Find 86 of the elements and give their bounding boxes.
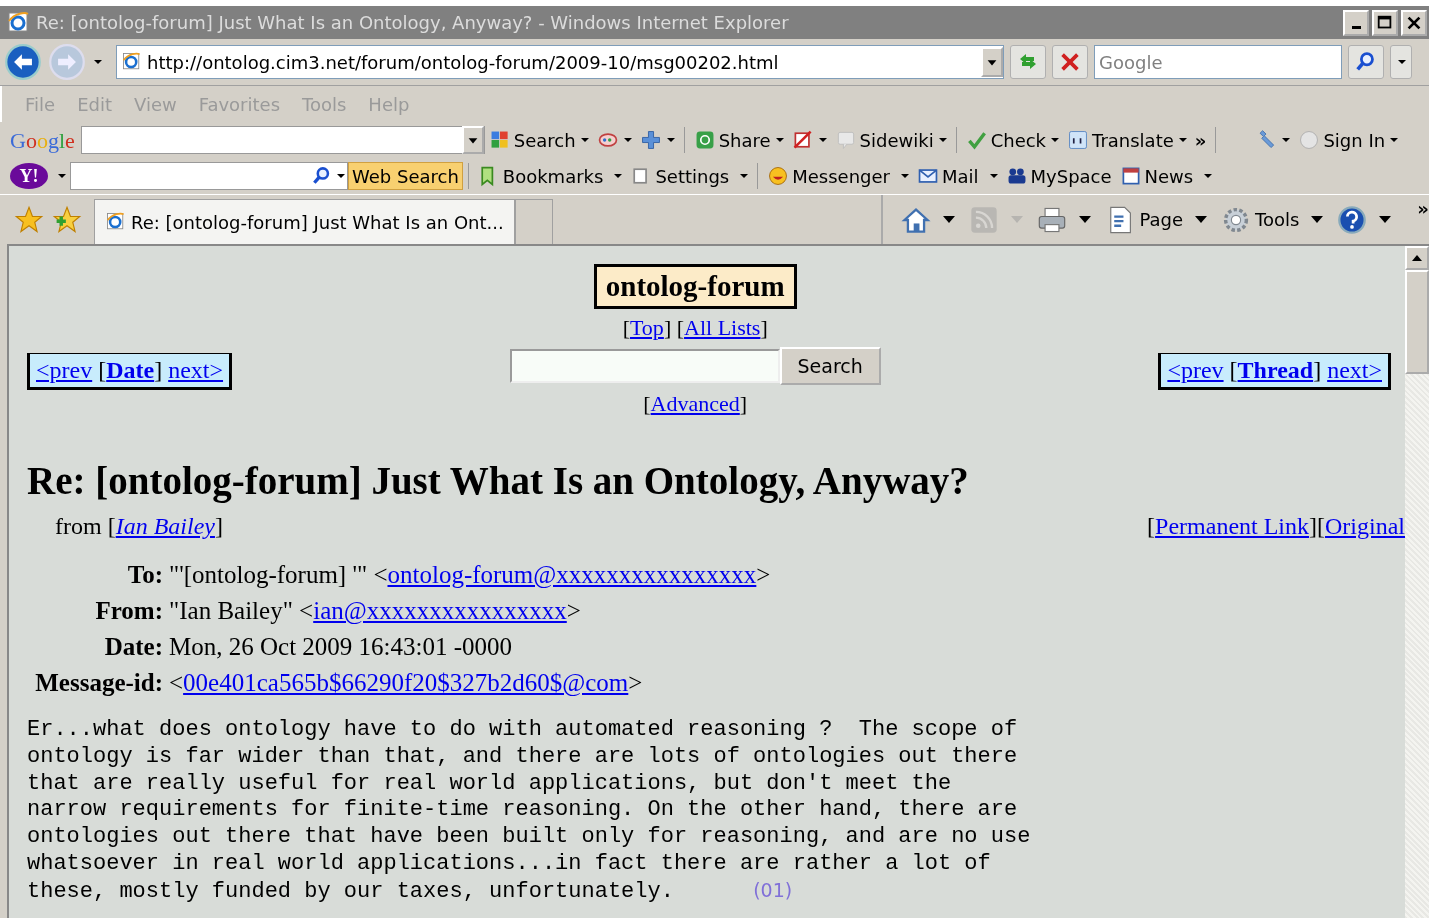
link[interactable]: next> (168, 356, 224, 383)
link[interactable]: next> (1327, 356, 1382, 383)
dropdown-button[interactable] (981, 47, 1003, 77)
share-button[interactable]: Share (689, 126, 788, 154)
stop-button[interactable] (1052, 45, 1088, 79)
myspace-button[interactable]: MySpace (1001, 162, 1116, 190)
help-icon (1337, 204, 1368, 235)
search-button[interactable]: Search (484, 126, 593, 154)
body-text-line: these, mostly funded by our taxes, unfortunately. (27, 879, 674, 905)
body-text-line: ontologies out there that have been built only for reasoning, and are no use (27, 824, 1031, 849)
more-button[interactable]: » (1417, 195, 1429, 222)
mail-button[interactable]: Mail (912, 162, 1002, 190)
star-plus-icon (52, 204, 82, 235)
settings-button[interactable]: Settings (626, 162, 753, 190)
sidewiki-button[interactable]: Sidewiki (830, 126, 951, 154)
plus-icon (639, 129, 662, 151)
search-button[interactable] (1348, 45, 1384, 79)
header-label: To: (126, 560, 163, 591)
translate-button[interactable]: Translate (1063, 126, 1191, 154)
link-line: [Advanced] (643, 391, 748, 418)
search-button[interactable]: Search (779, 347, 881, 386)
list-title: ontolog-forum (593, 264, 797, 309)
refresh-button[interactable] (1010, 45, 1046, 79)
more-button[interactable]: » (1190, 126, 1211, 154)
link[interactable]: Original (1325, 513, 1405, 540)
check-button[interactable]: Check (961, 126, 1064, 154)
sign-in-button[interactable]: Sign In (1294, 126, 1403, 154)
header-label: Message-id: (34, 668, 163, 699)
header-label: From: (94, 596, 163, 627)
message-subject: Re: [ontolog-forum] Just What Is an Ontology, Anyway? (27, 457, 970, 505)
page-button[interactable]: Page (1101, 204, 1211, 235)
caret-icon (58, 174, 66, 178)
header-value: "Ian Bailey" <ian@xxxxxxxxxxxxxxxx> (169, 596, 582, 627)
dropdown-button[interactable] (461, 126, 484, 154)
link[interactable]: Top (629, 314, 664, 340)
minimize-button[interactable] (1343, 9, 1369, 36)
link[interactable]: ontolog-forum@xxxxxxxxxxxxxxxx (387, 561, 757, 589)
scroll-up-button[interactable] (1405, 246, 1429, 270)
search-field[interactable] (80, 126, 485, 154)
news-button[interactable]: News (1115, 162, 1217, 190)
scrollbar[interactable] (1405, 246, 1429, 918)
nav-box: <prev [Date] next> (27, 352, 233, 390)
search-field[interactable]: Google (1094, 45, 1342, 79)
scrollbar-thumb[interactable] (1405, 270, 1429, 374)
body-text-line: Er...what does ontology have to do with automated reasoning ? The scope of (27, 717, 1018, 743)
feed-icon (969, 204, 1000, 235)
paragraph-marker: (01) (753, 879, 793, 902)
web-search-button[interactable]: Web Search (348, 162, 463, 190)
smiley-icon (767, 165, 790, 187)
up-arrow-icon (1411, 254, 1423, 262)
close-button[interactable] (1401, 9, 1427, 36)
header-label: Date: (103, 632, 163, 663)
link[interactable]: Date (106, 356, 155, 383)
link[interactable]: Permanent Link (1155, 513, 1310, 540)
header-value: Mon, 26 Oct 2009 16:43:01 -0000 (169, 632, 514, 663)
link[interactable]: 00e401ca565b$66290f20$327b2d60$@com (183, 669, 629, 697)
header-value: "'[ontolog-forum] '" <ontolog-forum@xxxxxxxxxxxxxxxx> (169, 560, 771, 591)
yahoo-logo: Y! (10, 163, 48, 189)
window-title: Re: [ontolog-forum] Just What Is an Ontology, Anyway? - Windows Internet Explorer (36, 11, 790, 35)
minimize-icon (1350, 24, 1362, 30)
star-icon (14, 204, 44, 235)
search-field[interactable] (70, 162, 348, 190)
sender-line: from [Ian Bailey] (55, 512, 223, 542)
link[interactable]: <prev (36, 356, 93, 383)
bookmarks-button[interactable]: Bookmarks (473, 162, 627, 190)
link-line: [Top] [All Lists] (622, 314, 768, 342)
link[interactable]: ian@xxxxxxxxxxxxxxxx (313, 597, 567, 625)
tools-button[interactable]: Tools (1217, 204, 1328, 235)
messenger-button[interactable]: Messenger (763, 162, 913, 190)
body-text-line: that are really useful for real world applications, but don't meet the (27, 770, 952, 796)
search-options-button[interactable] (1390, 45, 1412, 79)
body-text-line: whatsoever in real world applications...in fact there are rather a lot of (27, 850, 991, 876)
circle-icon (1298, 129, 1321, 151)
google-logo: Google (10, 126, 75, 155)
maximize-button[interactable] (1372, 9, 1398, 36)
caret-icon (1398, 60, 1406, 64)
caret-icon (94, 60, 102, 64)
back-button[interactable] (4, 43, 42, 81)
tab[interactable]: Re: [ontolog-forum] Just What Is an Ont... (94, 199, 515, 244)
header-value: <00e401ca565b$66290f20$327b2d60$@com> (169, 668, 644, 699)
link-line: [Permanent Link][Original (1147, 512, 1405, 542)
body-text-line: ontology is far wider than that, and there are lots of ontologies out there (27, 743, 1018, 769)
link[interactable]: <prev (1167, 356, 1224, 383)
address-field[interactable]: http://ontolog.cim3.net/forum/ontolog-forum/2009-10/msg00202.html (116, 45, 1004, 79)
nav-box: <prev [Thread] next> (1158, 352, 1391, 390)
body-text-line: narrow requirements for finite-time reasoning. On the other hand, there are (27, 797, 1018, 823)
